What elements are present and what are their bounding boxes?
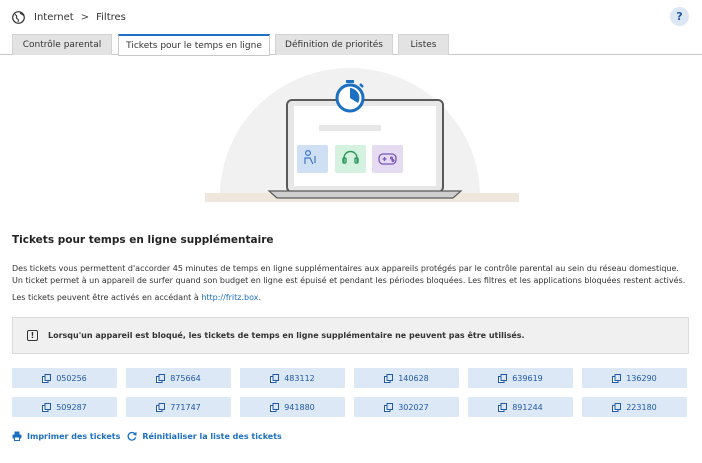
ticket-code[interactable]: 136290 — [582, 368, 687, 388]
copy-icon — [384, 373, 394, 383]
ticket-grid: 050256 875664 483112 140628 639619 136290 5092… — [12, 368, 690, 417]
tab-priorites[interactable]: Définition de priorités — [275, 34, 393, 55]
ticket-code[interactable]: 771747 — [126, 397, 231, 417]
breadcrumb-separator: > — [80, 11, 90, 23]
copy-icon — [270, 373, 280, 383]
activation-text: Les tickets peuvent être activés en accé… — [12, 293, 262, 302]
ticket-value: 483112 — [284, 373, 315, 383]
ticket-value: 771747 — [170, 402, 201, 412]
section-heading: Tickets pour temps en ligne supplémentai… — [12, 234, 274, 246]
copy-icon — [612, 402, 622, 412]
ticket-code[interactable]: 050256 — [12, 368, 117, 388]
breadcrumb-internet[interactable]: Internet — [34, 12, 74, 23]
ticket-value: 140628 — [398, 373, 429, 383]
ticket-code[interactable]: 140628 — [354, 368, 459, 388]
ticket-value: 891244 — [512, 402, 543, 412]
copy-icon — [270, 402, 280, 412]
refresh-icon — [127, 431, 137, 441]
globe-icon — [12, 10, 25, 24]
ticket-code[interactable]: 941880 — [240, 397, 345, 417]
illustration — [203, 66, 525, 206]
ticket-value: 223180 — [626, 402, 657, 412]
breadcrumb-filtres: Filtres — [96, 11, 126, 23]
help-button[interactable]: ? — [670, 7, 689, 26]
tab-tickets[interactable]: Tickets pour le temps en ligne — [118, 34, 270, 56]
fritz-box-link[interactable]: http://fritz.box — [201, 293, 258, 302]
description-text: Des tickets vous permettent d'accorder 4… — [12, 264, 686, 285]
copy-icon — [612, 373, 622, 383]
tab-listes[interactable]: Listes — [398, 34, 449, 55]
warning-icon: ! — [27, 330, 38, 341]
ticket-code[interactable]: 302027 — [354, 397, 459, 417]
ticket-value: 639619 — [512, 373, 543, 383]
ticket-value: 302027 — [398, 402, 429, 412]
reset-tickets-button[interactable]: Réinitialiser la liste des tickets — [127, 431, 282, 441]
tab-controle-parental[interactable]: Contrôle parental — [12, 34, 112, 55]
breadcrumb: Internet > Filtres — [12, 9, 126, 25]
ticket-value: 875664 — [170, 373, 201, 383]
printer-icon — [12, 431, 22, 441]
copy-icon — [384, 402, 394, 412]
actions-bar: Imprimer des tickets Réinitialiser la li… — [12, 431, 289, 441]
copy-icon — [498, 373, 508, 383]
print-tickets-button[interactable]: Imprimer des tickets — [12, 431, 120, 441]
ticket-value: 136290 — [626, 373, 657, 383]
copy-icon — [156, 402, 166, 412]
ticket-value: 050256 — [56, 373, 87, 383]
ticket-code[interactable]: 875664 — [126, 368, 231, 388]
ticket-code[interactable]: 639619 — [468, 368, 573, 388]
ticket-code[interactable]: 483112 — [240, 368, 345, 388]
ticket-code[interactable]: 509287 — [12, 397, 117, 417]
copy-icon — [156, 373, 166, 383]
blocked-notice: ! Lorsqu'un appareil est bloqué, les tic… — [12, 317, 689, 354]
tab-bar: Contrôle parental Tickets pour le temps … — [0, 34, 702, 56]
ticket-value: 509287 — [56, 402, 87, 412]
ticket-code[interactable]: 223180 — [582, 397, 687, 417]
ticket-code[interactable]: 891244 — [468, 397, 573, 417]
copy-icon — [42, 402, 52, 412]
copy-icon — [42, 373, 52, 383]
notice-text: Lorsqu'un appareil est bloqué, les ticke… — [48, 331, 525, 340]
ticket-value: 941880 — [284, 402, 315, 412]
copy-icon — [498, 402, 508, 412]
